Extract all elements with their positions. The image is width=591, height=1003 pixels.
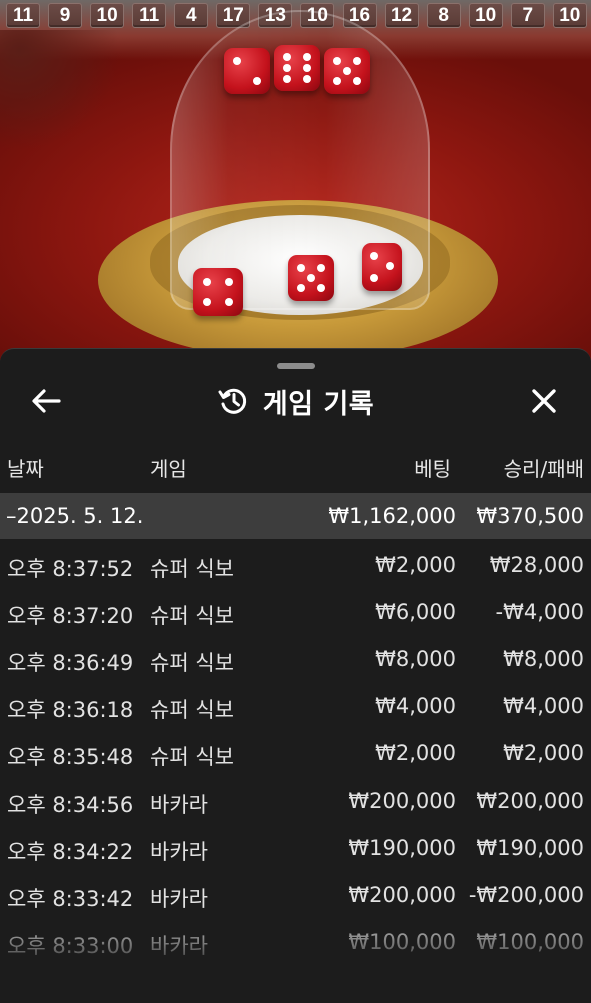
row-game: 슈퍼 식보: [150, 651, 234, 675]
date-group-total-bet: ₩1,162,000: [328, 504, 456, 528]
page-title: 게임 기록: [262, 388, 375, 420]
row-game: 슈퍼 식보: [150, 604, 234, 628]
row-bet: ₩100,000: [348, 930, 456, 954]
dice-icon: [193, 268, 243, 316]
row-game: 바카라: [150, 934, 208, 958]
table-row[interactable]: 오후 8:37:52 슈퍼 식보 ₩2,000 ₩28,000: [0, 545, 591, 592]
row-time: 오후 8:33:42: [7, 887, 134, 911]
date-group-row[interactable]: –2025. 5. 12. ₩1,162,000 ₩370,500: [0, 493, 591, 539]
row-bet: ₩8,000: [375, 647, 456, 671]
road-cell: 12: [384, 3, 419, 28]
history-icon: [218, 388, 246, 414]
row-bet: ₩2,000: [375, 553, 456, 577]
row-time: 오후 8:35:48: [7, 745, 134, 769]
row-time: 오후 8:34:56: [7, 793, 134, 817]
table-row[interactable]: 오후 8:34:22 바카라 ₩190,000 ₩190,000: [0, 828, 591, 875]
road-cell: 10: [468, 3, 503, 28]
row-bet: ₩4,000: [375, 694, 456, 718]
row-game: 슈퍼 식보: [150, 557, 234, 581]
row-bet: ₩190,000: [348, 836, 456, 860]
header-date: 날짜: [7, 457, 44, 481]
table-row[interactable]: 오후 8:33:00 바카라 ₩100,000 ₩100,000: [0, 922, 591, 969]
row-time: 오후 8:36:49: [7, 651, 134, 675]
row-game: 바카라: [150, 840, 208, 864]
dice-icon: [288, 255, 334, 301]
table-row[interactable]: 오후 8:34:56 바카라 ₩200,000 ₩200,000: [0, 781, 591, 828]
sheet-header: 게임 기록: [0, 383, 591, 420]
row-result: ₩4,000: [503, 694, 584, 718]
close-icon: [532, 389, 556, 413]
table-row[interactable]: 오후 8:33:42 바카라 ₩200,000 -₩200,000: [0, 875, 591, 922]
row-bet: ₩2,000: [375, 741, 456, 765]
row-time: 오후 8:37:20: [7, 604, 134, 628]
table-row[interactable]: 오후 8:37:20 슈퍼 식보 ₩6,000 -₩4,000: [0, 592, 591, 639]
row-bet: ₩200,000: [348, 883, 456, 907]
table-row[interactable]: 오후 8:36:49 슈퍼 식보 ₩8,000 ₩8,000: [0, 639, 591, 686]
row-game: 슈퍼 식보: [150, 698, 234, 722]
table-row[interactable]: 오후 8:36:18 슈퍼 식보 ₩4,000 ₩4,000: [0, 686, 591, 733]
date-group-total-result: ₩370,500: [476, 504, 584, 528]
header-result: 승리/패배: [503, 457, 584, 481]
road-cell: 4: [174, 3, 209, 28]
row-result: ₩2,000: [503, 741, 584, 765]
row-result: ₩28,000: [489, 553, 584, 577]
row-bet: ₩6,000: [375, 600, 456, 624]
video-shadow: [0, 30, 120, 150]
row-result: -₩4,000: [495, 600, 584, 624]
header-game: 게임: [150, 457, 187, 481]
road-cell: 11: [6, 3, 40, 28]
table-row[interactable]: 오후 8:35:48 슈퍼 식보 ₩2,000 ₩2,000: [0, 733, 591, 780]
row-time: 오후 8:37:52: [7, 557, 134, 581]
live-game-video: 11 9 10 11 4 17 13 10 16 12 8 10 7 10: [0, 0, 591, 360]
game-history-sheet: 게임 기록 날짜 게임 베팅 승리/패배 –2025. 5. 12. ₩1,16…: [0, 348, 591, 1003]
road-cell: 10: [552, 3, 587, 28]
road-cell: 10: [90, 3, 125, 28]
row-result: ₩190,000: [476, 836, 584, 860]
road-cell: 11: [132, 3, 167, 28]
header-bet: 베팅: [414, 457, 451, 481]
row-result: ₩200,000: [476, 789, 584, 813]
close-button[interactable]: [524, 381, 564, 421]
road-cell: 7: [510, 3, 545, 28]
app-root: 11 9 10 11 4 17 13 10 16 12 8 10 7 10: [0, 0, 591, 1003]
row-result: ₩8,000: [503, 647, 584, 671]
dice-icon: [362, 243, 402, 291]
dice-icon: [324, 48, 370, 94]
row-time: 오후 8:36:18: [7, 698, 134, 722]
row-game: 슈퍼 식보: [150, 745, 234, 769]
row-time: 오후 8:34:22: [7, 840, 134, 864]
row-result: -₩200,000: [468, 883, 584, 907]
row-game: 바카라: [150, 887, 208, 911]
row-time: 오후 8:33:00: [7, 934, 134, 958]
road-cell: 9: [48, 3, 83, 28]
road-cell: 8: [426, 3, 461, 28]
row-result: ₩100,000: [476, 930, 584, 954]
date-group-label: –2025. 5. 12.: [6, 504, 144, 528]
sheet-grabber[interactable]: [277, 363, 315, 369]
dice-icon: [274, 45, 320, 91]
row-game: 바카라: [150, 793, 208, 817]
row-bet: ₩200,000: [348, 789, 456, 813]
dice-icon: [224, 48, 270, 94]
